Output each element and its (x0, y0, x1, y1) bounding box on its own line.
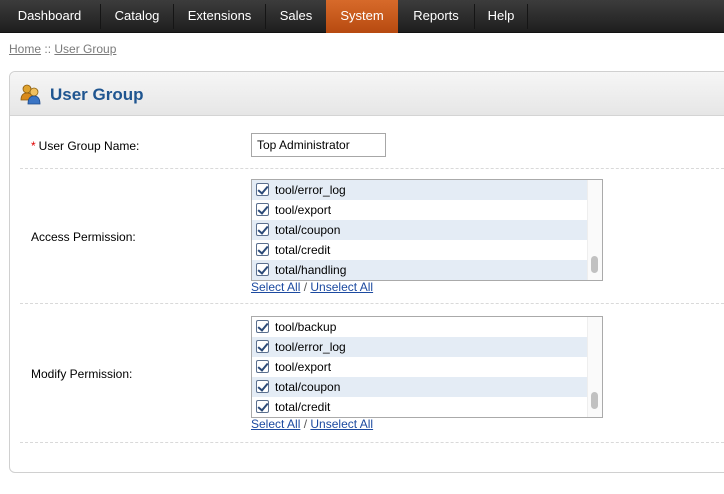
menu-catalog[interactable]: Catalog (102, 0, 172, 33)
page-title: User Group (50, 85, 144, 104)
permission-checkbox[interactable] (256, 400, 269, 413)
permission-label: tool/error_log (275, 340, 346, 354)
scrollbar-thumb[interactable] (591, 392, 598, 409)
list-item: total/coupon (252, 377, 587, 397)
row-divider (20, 303, 724, 304)
list-item: total/credit (252, 240, 587, 260)
modify-permission-label: Modify Permission: (31, 367, 133, 381)
permission-checkbox[interactable] (256, 263, 269, 276)
permission-label: tool/export (275, 360, 332, 374)
permission-label: total/handling (275, 263, 347, 277)
menu-dashboard[interactable]: Dashboard (0, 0, 99, 33)
breadcrumb-current-link[interactable]: User Group (54, 42, 116, 56)
access-select-all-link[interactable]: Select All (251, 280, 300, 294)
scrollbar-thumb[interactable] (591, 256, 598, 273)
menu-separator (100, 4, 101, 29)
modify-permission-list[interactable]: tool/backup tool/error_log tool/export t… (251, 316, 603, 418)
permission-label: total/coupon (275, 223, 341, 237)
row-divider (20, 168, 724, 169)
user-group-name-input[interactable] (251, 133, 386, 157)
menu-separator (265, 4, 266, 29)
modify-select-links: Select All / Unselect All (251, 417, 373, 431)
permission-checkbox[interactable] (256, 380, 269, 393)
top-menu: Dashboard Catalog Extensions Sales Syste… (0, 0, 724, 33)
menu-sales[interactable]: Sales (267, 0, 325, 33)
access-permission-label: Access Permission: (31, 230, 136, 244)
menu-extensions[interactable]: Extensions (175, 0, 264, 33)
permission-checkbox[interactable] (256, 340, 269, 353)
menu-separator (173, 4, 174, 29)
list-item: tool/backup (252, 317, 587, 337)
breadcrumb-separator: :: (44, 42, 52, 56)
required-marker: * (31, 139, 36, 153)
user-group-name-label: * User Group Name: (31, 139, 139, 153)
menu-separator (474, 4, 475, 29)
user-group-name-label-text: User Group Name: (38, 139, 140, 153)
list-item: tool/export (252, 357, 587, 377)
breadcrumb-home-link[interactable]: Home (9, 42, 41, 56)
permission-label: tool/error_log (275, 183, 346, 197)
menu-separator (527, 4, 528, 29)
row-divider (20, 442, 724, 443)
list-item: tool/error_log (252, 337, 587, 357)
menu-reports[interactable]: Reports (399, 0, 473, 33)
breadcrumb: Home :: User Group (9, 42, 116, 56)
menu-help[interactable]: Help (476, 0, 526, 33)
permission-checkbox[interactable] (256, 223, 269, 236)
box-heading: User Group (10, 72, 724, 116)
permission-label: tool/backup (275, 320, 337, 334)
content-box: User Group *User Group Name: Access Perm… (9, 71, 724, 473)
permission-label: total/coupon (275, 380, 341, 394)
permission-checkbox[interactable] (256, 243, 269, 256)
permission-checkbox[interactable] (256, 360, 269, 373)
permission-checkbox[interactable] (256, 203, 269, 216)
list-item: total/handling (252, 260, 587, 280)
users-icon (20, 84, 41, 105)
permission-label: total/credit (275, 400, 331, 414)
scrollbar[interactable] (587, 180, 602, 280)
list-item: total/credit (252, 397, 587, 417)
access-permission-list[interactable]: tool/error_log tool/export total/coupon … (251, 179, 603, 281)
menu-system[interactable]: System (326, 0, 398, 33)
access-unselect-all-link[interactable]: Unselect All (310, 280, 373, 294)
permission-checkbox[interactable] (256, 183, 269, 196)
list-item: tool/export (252, 200, 587, 220)
modify-select-all-link[interactable]: Select All (251, 417, 300, 431)
access-select-links: Select All / Unselect All (251, 280, 373, 294)
list-item: tool/error_log (252, 180, 587, 200)
link-separator: / (303, 280, 308, 294)
link-separator: / (303, 417, 308, 431)
permission-label: tool/export (275, 203, 332, 217)
scrollbar[interactable] (587, 317, 602, 417)
modify-unselect-all-link[interactable]: Unselect All (310, 417, 373, 431)
permission-checkbox[interactable] (256, 320, 269, 333)
permission-label: total/credit (275, 243, 331, 257)
list-item: total/coupon (252, 220, 587, 240)
